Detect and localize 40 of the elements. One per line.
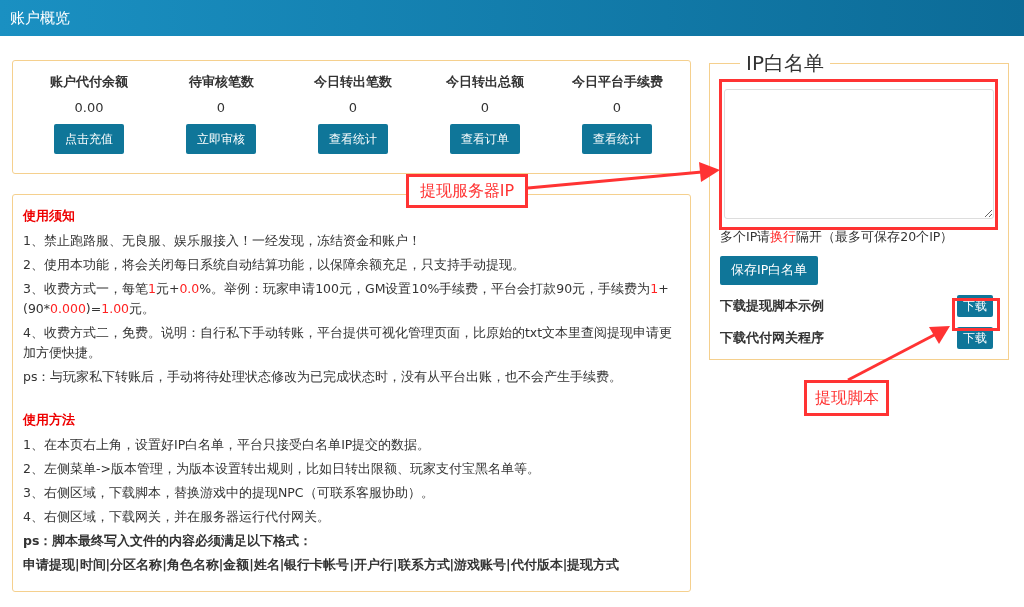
notice-text: 4、右侧区域，下载网关，并在服务器运行代付网关。 xyxy=(23,508,331,526)
download-label: 下载提现脚本示例 xyxy=(720,297,824,315)
page-title: 账户概览 xyxy=(10,8,70,28)
save-button[interactable]: 保存IP白名单 xyxy=(720,256,819,285)
stat-label: 今日转出总额 xyxy=(446,73,524,91)
stat-button[interactable]: 点击充值 xyxy=(54,124,124,154)
annotation-label: 提现脚本 xyxy=(804,380,889,416)
stat-button[interactable]: 查看统计 xyxy=(318,124,388,154)
notice-text: 3、右侧区域，下载脚本，替换游戏中的提现NPC（可联系客服协助）。 xyxy=(23,484,435,502)
stat-label: 待审核笔数 xyxy=(188,73,254,91)
stat-label: 账户代付余额 xyxy=(50,73,128,91)
download-button[interactable]: 下载 xyxy=(957,327,993,349)
hint-text: 多个IP请换行隔开（最多可保存20个IP） xyxy=(720,229,955,247)
stat-button[interactable]: 查看统计 xyxy=(582,124,652,154)
stat-button[interactable]: 立即审核 xyxy=(186,124,256,154)
stat-value: 0.00 xyxy=(74,100,104,115)
highlight-frame xyxy=(952,298,1000,331)
ip-input-field[interactable] xyxy=(724,89,994,220)
panel-legend: IP白名单 xyxy=(740,50,830,77)
notice-text: 4、收费方式二，免费。说明：自行私下手动转账，平台提供可视化管理页面，比原始的txt文本里查阅提现申请更加方便快捷。 xyxy=(23,324,674,362)
stat-value: 0 xyxy=(216,100,226,115)
stat-button[interactable]: 查看订单 xyxy=(450,124,520,154)
annotation-label: 提现服务器IP xyxy=(406,174,528,208)
format-text: ps：脚本最终写入文件的内容必须满足以下格式： xyxy=(23,532,314,550)
notice-text: 2、左侧菜单->版本管理，为版本设置转出规则，比如日转出限额、玩家支付宝黑名单等。 xyxy=(23,460,541,478)
stat-value: 0 xyxy=(348,100,358,115)
section-title: 使用须知 xyxy=(23,207,76,225)
notice-text: ps：与玩家私下转账后，手动将待处理状态修改为已完成状态时，没有从平台出账，也不会产生手续费。 xyxy=(23,368,624,386)
stat-value: 0 xyxy=(480,100,490,115)
notice-text: 1、禁止跑路服、无良服、娱乐服接入！一经发现，冻结资金和账户！ xyxy=(23,232,422,250)
notice-text: 1、在本页右上角，设置好IP白名单，平台只接受白名单IP提交的数据。 xyxy=(23,436,432,454)
download-button[interactable]: 下载 xyxy=(957,295,993,317)
stat-value: 0 xyxy=(612,100,622,115)
format-text: 申请提现|时间|分区名称|角色名称|金额|姓名|银行卡帐号|开户行|联系方式|游戏账号|代付版本|提现方式 xyxy=(23,556,621,574)
notice-text: 3、收费方式一，每笔1元+0.0%。举例：玩家申请100元，GM设置10%手续费，平台会打款90元，手续费为1+(90*0.000)=1.00元。 xyxy=(23,280,670,318)
stat-label: 今日平台手续费 xyxy=(571,73,663,91)
stat-label: 今日转出笔数 xyxy=(314,73,392,91)
notice-text: 2、使用本功能，将会关闭每日系统自动结算功能，以保障余额充足，只支持手动提现。 xyxy=(23,256,526,274)
download-label: 下载代付网关程序 xyxy=(720,329,824,347)
section-title: 使用方法 xyxy=(23,411,76,429)
